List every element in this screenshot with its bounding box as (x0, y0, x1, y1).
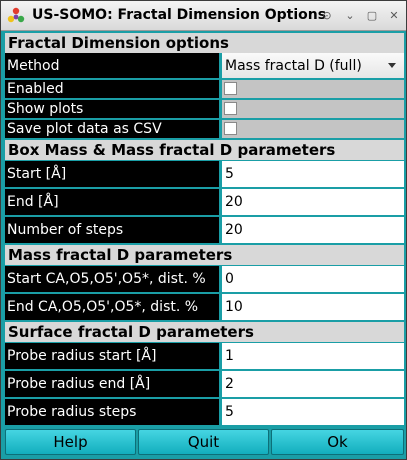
method-row: Method Mass fractal D (full) (5, 53, 404, 78)
probe-end-input[interactable]: 2 (222, 371, 404, 397)
probe-start-label: Probe radius start [Å] (5, 343, 219, 369)
dialog-window: US-SOMO: Fractal Dimension Options ⊙ ⌄ ▢… (0, 0, 407, 460)
section-fractal-options: Fractal Dimension options (5, 33, 404, 53)
probe-start-row: Probe radius start [Å] 1 (5, 343, 404, 369)
start-label: Start [Å] (5, 161, 219, 187)
start-dist-row: Start CA,O5,O5',O5*, dist. % 0 (5, 266, 404, 292)
probe-end-row: Probe radius end [Å] 2 (5, 371, 404, 397)
save-csv-row: Save plot data as CSV (5, 120, 404, 138)
end-dist-label: End CA,O5,O5',O5*, dist. % (5, 294, 219, 320)
title-bar: US-SOMO: Fractal Dimension Options ⊙ ⌄ ▢… (1, 1, 406, 31)
method-select[interactable]: Mass fractal D (full) (222, 53, 404, 78)
steps-input[interactable]: 20 (222, 217, 404, 243)
end-dist-row: End CA,O5,O5',O5*, dist. % 10 (5, 294, 404, 320)
save-csv-cell (222, 120, 404, 138)
start-dist-input[interactable]: 0 (222, 266, 404, 292)
end-row: End [Å] 20 (5, 189, 404, 215)
section-mass-fractal: Mass fractal D parameters (5, 245, 404, 265)
us-somo-logo-icon (7, 7, 25, 23)
start-input[interactable]: 5 (222, 161, 404, 187)
window-title: US-SOMO: Fractal Dimension Options (32, 7, 327, 23)
show-plots-row: Show plots (5, 100, 404, 118)
close-button[interactable]: ✕ (385, 7, 403, 25)
save-csv-label: Save plot data as CSV (5, 120, 219, 138)
show-plots-checkbox[interactable] (224, 102, 237, 115)
enabled-checkbox[interactable] (224, 82, 237, 95)
end-input[interactable]: 20 (222, 189, 404, 215)
enabled-cell (222, 80, 404, 98)
keep-above-button[interactable]: ⊙ (318, 7, 336, 25)
probe-steps-label: Probe radius steps (5, 399, 219, 425)
save-csv-checkbox[interactable] (224, 122, 237, 135)
method-value: Mass fractal D (full) (225, 57, 362, 74)
steps-row: Number of steps 20 (5, 217, 404, 243)
show-plots-cell (222, 100, 404, 118)
ok-button[interactable]: Ok (271, 429, 404, 455)
section-surface-fractal: Surface fractal D parameters (5, 322, 404, 342)
probe-steps-input[interactable]: 5 (222, 399, 404, 425)
quit-button[interactable]: Quit (138, 429, 269, 455)
show-plots-label: Show plots (5, 100, 219, 118)
probe-end-label: Probe radius end [Å] (5, 371, 219, 397)
steps-label: Number of steps (5, 217, 219, 243)
end-dist-input[interactable]: 10 (222, 294, 404, 320)
end-label: End [Å] (5, 189, 219, 215)
probe-start-input[interactable]: 1 (222, 343, 404, 369)
start-row: Start [Å] 5 (5, 161, 404, 187)
maximize-button[interactable]: ▢ (363, 7, 381, 25)
minimize-button[interactable]: ⌄ (341, 7, 359, 25)
chevron-down-icon (388, 63, 396, 68)
enabled-label: Enabled (5, 80, 219, 98)
help-button[interactable]: Help (5, 429, 136, 455)
enabled-row: Enabled (5, 80, 404, 98)
start-dist-label: Start CA,O5,O5',O5*, dist. % (5, 266, 219, 292)
method-label: Method (5, 53, 219, 78)
probe-steps-row: Probe radius steps 5 (5, 399, 404, 425)
section-box-mass: Box Mass & Mass fractal D parameters (5, 140, 404, 160)
